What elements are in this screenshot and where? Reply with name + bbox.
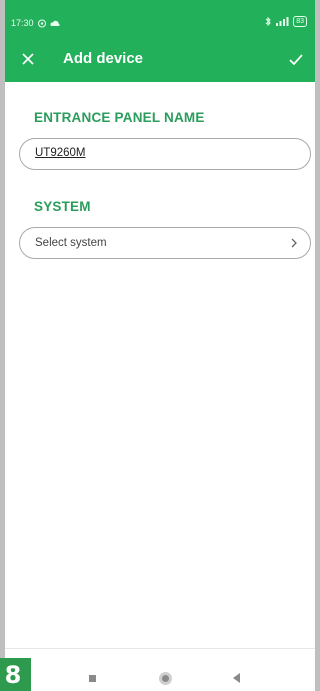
step-number-badge: 8 — [0, 658, 31, 691]
chevron-right-icon — [291, 238, 297, 248]
cloud-icon — [49, 20, 60, 26]
panel-name-field[interactable]: UT9260M — [19, 138, 311, 170]
app-bar: Add device — [5, 36, 315, 82]
close-button[interactable] — [17, 48, 39, 70]
status-icons: 83 — [265, 16, 307, 27]
close-icon — [22, 53, 34, 65]
signal-icon — [276, 17, 289, 26]
battery-icon: 83 — [293, 16, 307, 27]
recent-apps-button[interactable] — [89, 675, 96, 682]
screen: 17:30 83 Add device ENTRANCE PANEL NAME … — [5, 0, 315, 691]
panel-name-value: UT9260M — [35, 147, 86, 159]
status-bar: 17:30 83 — [5, 0, 315, 36]
system-label: SYSTEM — [34, 199, 91, 214]
navigation-bar — [5, 649, 315, 691]
panel-name-label: ENTRANCE PANEL NAME — [34, 110, 205, 125]
status-time: 17:30 — [11, 18, 34, 28]
page-title: Add device — [63, 50, 144, 67]
system-placeholder: Select system — [35, 237, 107, 249]
system-select[interactable]: Select system — [19, 227, 311, 259]
notification-icon — [37, 19, 46, 27]
bluetooth-icon — [265, 17, 271, 26]
checkmark-icon — [289, 53, 303, 65]
status-time-group: 17:30 — [11, 18, 60, 28]
home-button[interactable] — [159, 672, 172, 685]
back-button[interactable] — [233, 673, 240, 683]
confirm-button[interactable] — [285, 48, 307, 70]
device-frame-right — [315, 0, 320, 691]
